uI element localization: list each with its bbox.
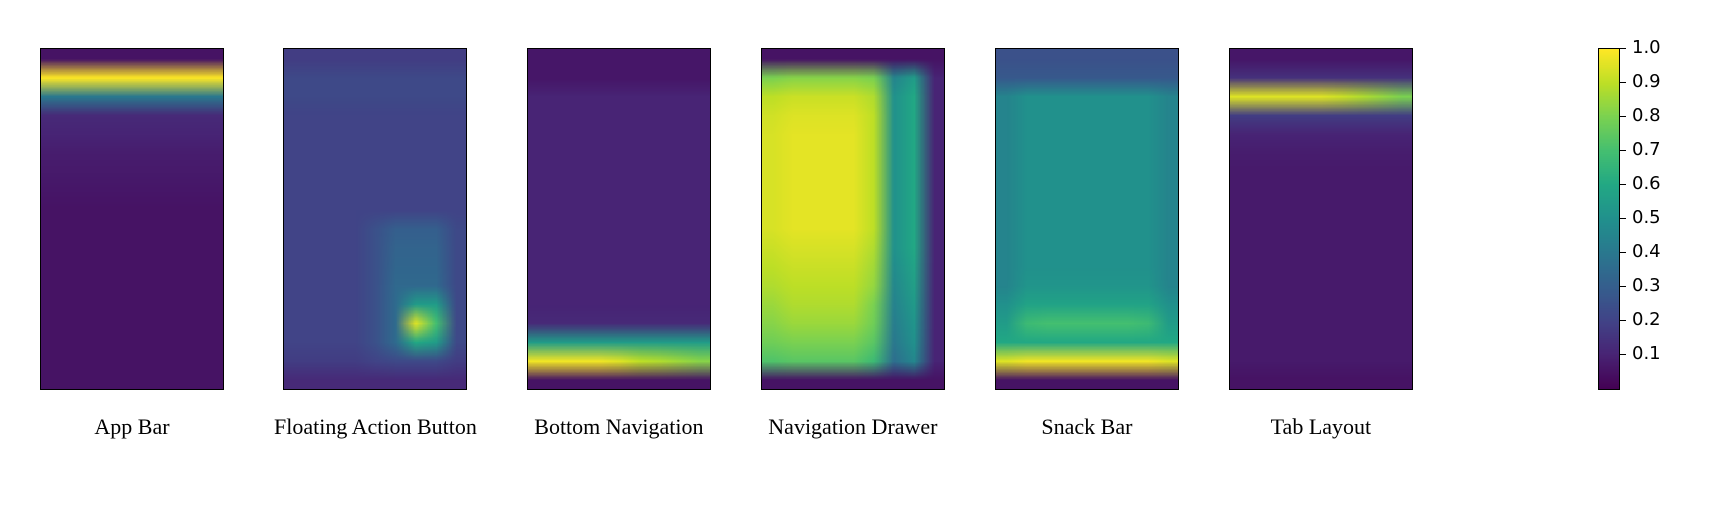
- panel-label: Bottom Navigation: [534, 414, 703, 440]
- tick-mark: [1620, 184, 1626, 185]
- heatmap-snack-bar: [995, 48, 1179, 390]
- tick-mark: [1620, 252, 1626, 253]
- heatmap-canvas: [528, 49, 710, 389]
- panel-label: Floating Action Button: [274, 414, 477, 440]
- panel-snack-bar: Snack Bar: [995, 48, 1179, 440]
- heatmap-canvas: [1230, 49, 1412, 389]
- tick-mark: [1620, 320, 1626, 321]
- heatmap-tab-layout: [1229, 48, 1413, 390]
- tick-mark: [1620, 286, 1626, 287]
- tick-mark: [1620, 354, 1626, 355]
- figure: App Bar Floating Action Button Bottom Na…: [0, 0, 1726, 526]
- colorbar-ticks: 0.10.20.30.40.50.60.70.80.91.0: [1620, 48, 1680, 388]
- panel-tab-layout: Tab Layout: [1229, 48, 1413, 440]
- heatmap-bottom-nav: [527, 48, 711, 390]
- panel-label: Tab Layout: [1271, 414, 1371, 440]
- colorbar: 0.10.20.30.40.50.60.70.80.91.0: [1598, 48, 1688, 388]
- tick-mark: [1620, 48, 1626, 49]
- tick-mark: [1620, 150, 1626, 151]
- panel-bottom-nav: Bottom Navigation: [527, 48, 711, 440]
- heatmap-canvas: [41, 49, 223, 389]
- tick-mark: [1620, 218, 1626, 219]
- colorbar-canvas: [1599, 49, 1619, 389]
- colorbar-gradient: [1598, 48, 1620, 390]
- heatmap-canvas: [284, 49, 466, 389]
- tick-mark: [1620, 82, 1626, 83]
- panels-row: App Bar Floating Action Button Bottom Na…: [40, 48, 1413, 440]
- heatmap-fab: [283, 48, 467, 390]
- panel-nav-drawer: Navigation Drawer: [761, 48, 945, 440]
- heatmap-nav-drawer: [761, 48, 945, 390]
- tick-mark: [1620, 116, 1626, 117]
- heatmap-canvas: [762, 49, 944, 389]
- panel-fab: Floating Action Button: [274, 48, 477, 440]
- panel-label: App Bar: [94, 414, 169, 440]
- heatmap-app-bar: [40, 48, 224, 390]
- panel-label: Snack Bar: [1041, 414, 1132, 440]
- panel-app-bar: App Bar: [40, 48, 224, 440]
- panel-label: Navigation Drawer: [768, 414, 937, 440]
- heatmap-canvas: [996, 49, 1178, 389]
